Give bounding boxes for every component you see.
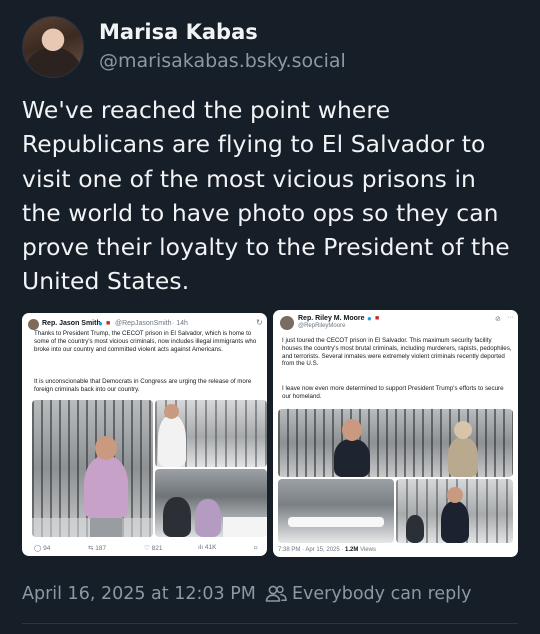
prison-photo-main	[278, 409, 513, 477]
prison-photo-bottom-right	[396, 479, 513, 543]
embed-text-2: It is unconscionable that Democrats in C…	[34, 378, 252, 393]
repost-count: 187	[95, 545, 107, 552]
embed-author-handle: @RepRileyMoore	[298, 323, 346, 329]
post-timestamp[interactable]: April 16, 2025 at 12:03 PM	[22, 584, 256, 604]
refresh-icon: ↻	[256, 318, 263, 327]
prison-photo-bottom-left	[278, 479, 394, 543]
verified-badge-icon: ●	[367, 314, 372, 323]
embed-avatar	[28, 319, 39, 330]
embed-time: · 14h	[172, 320, 188, 327]
like-icon: ♡	[144, 545, 152, 552]
embed-text-1: I just toured the CECOT prison in El Sal…	[282, 337, 512, 368]
divider	[22, 623, 518, 624]
embed-author-name: Rep. Riley M. Moore	[298, 315, 365, 322]
embed-text-2: I leave now even more determined to supp…	[282, 385, 504, 400]
embed-text-1: Thanks to President Trump, the CECOT pri…	[34, 330, 257, 353]
embed-author-handle: @RepJasonSmith	[115, 320, 172, 327]
reply-setting[interactable]: Everybody can reply	[292, 584, 471, 604]
prison-photo-top-right	[155, 400, 267, 467]
author-avatar[interactable]	[22, 16, 84, 78]
like-count: 821	[151, 545, 163, 552]
reply-icon: ◯	[34, 545, 44, 552]
prison-photo-main	[32, 400, 153, 537]
flag-icon: ■	[375, 315, 380, 322]
more-icon: ···	[507, 314, 514, 321]
flag-icon: ■	[106, 320, 111, 327]
embed-post-meta: 7:38 PM · Apr 15, 2025 ·	[278, 547, 344, 553]
embed-views-count: 1.2M	[345, 547, 359, 553]
post-text: We've reached the point where Republican…	[22, 96, 510, 296]
embed-views-label: Views	[360, 547, 376, 553]
embed-avatar	[280, 316, 294, 330]
views-icon: ılı	[198, 544, 205, 551]
people-icon	[265, 585, 287, 602]
bookmark-icon[interactable]: ⌑	[254, 544, 257, 552]
author-display-name[interactable]: Marisa Kabas	[99, 20, 258, 44]
embedded-image-jason-smith[interactable]: Rep. Jason Smith ● ■ @RepJasonSmith · 14…	[22, 313, 267, 556]
verified-badge-icon: ●	[98, 319, 103, 328]
prison-photo-bottom-right	[155, 469, 267, 537]
embed-author-name: Rep. Jason Smith	[42, 320, 101, 327]
reply-count: 94	[43, 545, 51, 552]
views-count: 41K	[204, 544, 217, 551]
embedded-image-riley-moore[interactable]: Rep. Riley M. Moore ● ■ @RepRileyMoore ⊘…	[273, 310, 518, 557]
author-handle[interactable]: @marisakabas.bsky.social	[99, 50, 346, 72]
grok-icon: ⊘	[495, 316, 501, 323]
